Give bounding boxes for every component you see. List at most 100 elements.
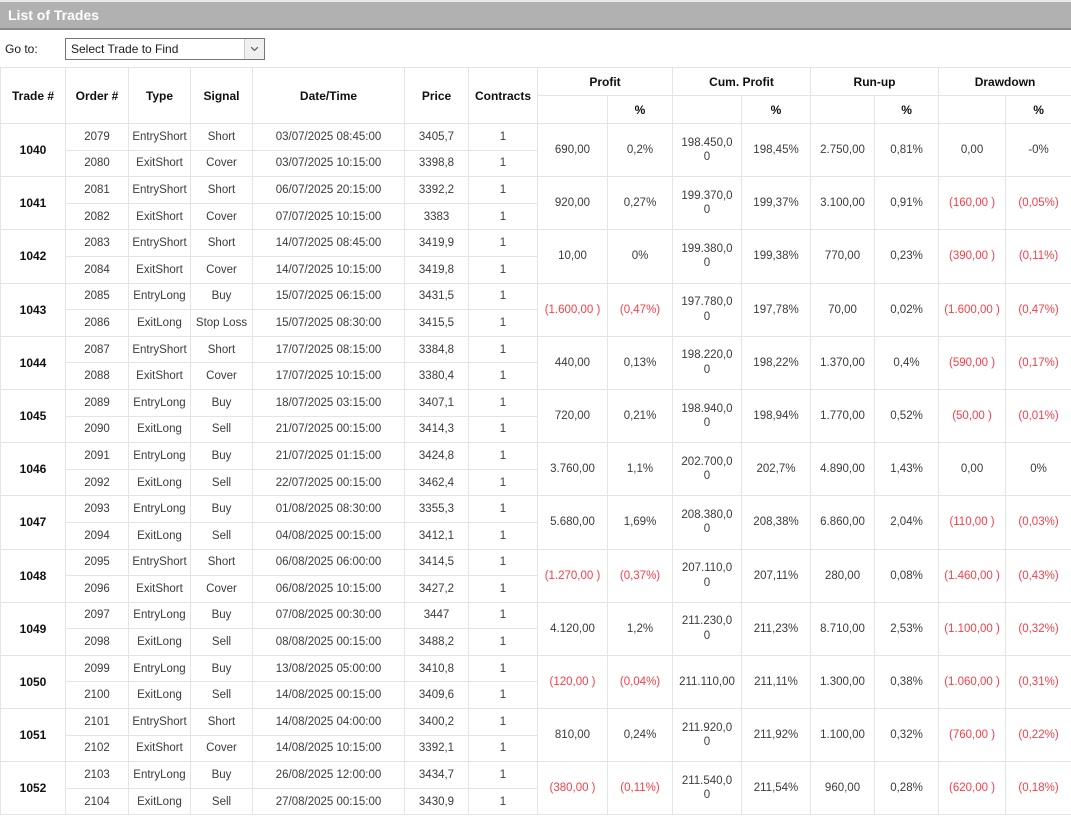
col-header-drawdown-pct[interactable]: %: [1006, 96, 1071, 124]
profit-pct-cell: 0,27%: [608, 177, 673, 230]
datetime-cell: 01/08/2025 08:30:00: [253, 496, 405, 523]
goto-toolbar: Go to: Select Trade to Find: [0, 30, 1071, 67]
profit-pct-cell: (0,11%): [608, 762, 673, 815]
signal-cell: Short: [191, 709, 253, 736]
trade-row[interactable]: 10512101EntryShortShort14/08/2025 04:00:…: [1, 709, 1071, 736]
order-cell: 2102: [66, 735, 129, 762]
order-cell: 2086: [66, 310, 129, 337]
drawdown-pct-cell: (0,43%): [1006, 549, 1071, 602]
price-cell: 3434,7: [405, 762, 469, 789]
signal-cell: Buy: [191, 602, 253, 629]
runup-pct-cell: 0,32%: [875, 709, 939, 762]
cum-profit-cell: 211.920,00: [673, 709, 742, 762]
col-header-price[interactable]: Price: [405, 68, 469, 124]
trade-row[interactable]: 10422083EntryShortShort14/07/2025 08:45:…: [1, 230, 1071, 257]
col-header-profit-pct[interactable]: %: [608, 96, 673, 124]
contracts-cell: 1: [469, 283, 538, 310]
profit-cell: (1.270,00 ): [538, 549, 608, 602]
trade-row[interactable]: 10402079EntryShortShort03/07/2025 08:45:…: [1, 124, 1071, 151]
runup-pct-cell: 0,08%: [875, 549, 939, 602]
drawdown-pct-cell: (0,18%): [1006, 762, 1071, 815]
type-cell: EntryLong: [129, 602, 191, 629]
cum-profit-pct-cell: 198,94%: [742, 389, 811, 442]
contracts-cell: 1: [469, 230, 538, 257]
col-header-cum-profit[interactable]: Cum. Profit: [673, 68, 811, 96]
drawdown-cell: 0,00: [939, 124, 1006, 177]
col-header-profit[interactable]: Profit: [538, 68, 673, 96]
goto-label: Go to:: [5, 42, 65, 56]
col-header-type[interactable]: Type: [129, 68, 191, 124]
signal-cell: Cover: [191, 203, 253, 230]
contracts-cell: 1: [469, 629, 538, 656]
col-header-cum-profit-pct[interactable]: %: [742, 96, 811, 124]
signal-cell: Buy: [191, 655, 253, 682]
runup-pct-cell: 0,38%: [875, 655, 939, 708]
runup-cell: 1.100,00: [811, 709, 875, 762]
runup-cell: 280,00: [811, 549, 875, 602]
type-cell: EntryShort: [129, 709, 191, 736]
col-header-drawdown[interactable]: Drawdown: [939, 68, 1071, 96]
signal-cell: Buy: [191, 283, 253, 310]
col-header-runup[interactable]: Run-up: [811, 68, 939, 96]
price-cell: 3412,1: [405, 522, 469, 549]
runup-pct-cell: 0,4%: [875, 336, 939, 389]
price-cell: 3355,3: [405, 496, 469, 523]
type-cell: EntryShort: [129, 549, 191, 576]
trade-row[interactable]: 10482095EntryShortShort06/08/2025 06:00:…: [1, 549, 1071, 576]
trade-row[interactable]: 10412081EntryShortShort06/07/2025 20:15:…: [1, 177, 1071, 204]
profit-cell: (380,00 ): [538, 762, 608, 815]
signal-cell: Cover: [191, 576, 253, 603]
contracts-cell: 1: [469, 709, 538, 736]
signal-cell: Sell: [191, 416, 253, 443]
runup-cell: 4.890,00: [811, 443, 875, 496]
signal-cell: Cover: [191, 735, 253, 762]
trade-row[interactable]: 10442087EntryShortShort17/07/2025 08:15:…: [1, 336, 1071, 363]
drawdown-cell: (1.460,00 ): [939, 549, 1006, 602]
col-header-order[interactable]: Order #: [66, 68, 129, 124]
contracts-cell: 1: [469, 203, 538, 230]
window-titlebar: List of Trades: [0, 0, 1071, 30]
trade-row[interactable]: 10452089EntryLongBuy18/07/2025 03:15:003…: [1, 389, 1071, 416]
trade-row[interactable]: 10472093EntryLongBuy01/08/2025 08:30:003…: [1, 496, 1071, 523]
trade-select-dropdown[interactable]: Select Trade to Find: [65, 38, 265, 60]
order-cell: 2094: [66, 522, 129, 549]
order-cell: 2100: [66, 682, 129, 709]
col-header-datetime[interactable]: Date/Time: [253, 68, 405, 124]
drawdown-pct-cell: (0,17%): [1006, 336, 1071, 389]
trade-row[interactable]: 10432085EntryLongBuy15/07/2025 06:15:003…: [1, 283, 1071, 310]
col-header-contracts[interactable]: Contracts: [469, 68, 538, 124]
price-cell: 3398,8: [405, 150, 469, 177]
drawdown-pct-cell: 0%: [1006, 443, 1071, 496]
col-header-trade[interactable]: Trade #: [1, 68, 66, 124]
datetime-cell: 18/07/2025 03:15:00: [253, 389, 405, 416]
drawdown-cell: (390,00 ): [939, 230, 1006, 283]
order-cell: 2103: [66, 762, 129, 789]
trade-row[interactable]: 10502099EntryLongBuy13/08/2025 05:00:003…: [1, 655, 1071, 682]
profit-pct-cell: 0,13%: [608, 336, 673, 389]
col-header-runup-pct[interactable]: %: [875, 96, 939, 124]
trade-row[interactable]: 10522103EntryLongBuy26/08/2025 12:00:003…: [1, 762, 1071, 789]
col-header-signal[interactable]: Signal: [191, 68, 253, 124]
contracts-cell: 1: [469, 682, 538, 709]
contracts-cell: 1: [469, 310, 538, 337]
cum-profit-pct-cell: 211,23%: [742, 602, 811, 655]
datetime-cell: 14/07/2025 08:45:00: [253, 230, 405, 257]
type-cell: ExitLong: [129, 788, 191, 815]
dropdown-arrow-button[interactable]: [244, 39, 264, 59]
datetime-cell: 07/07/2025 10:15:00: [253, 203, 405, 230]
cum-profit-pct-cell: 198,45%: [742, 124, 811, 177]
type-cell: ExitShort: [129, 735, 191, 762]
contracts-cell: 1: [469, 416, 538, 443]
trade-number-cell: 1041: [1, 177, 66, 230]
type-cell: EntryLong: [129, 389, 191, 416]
signal-cell: Cover: [191, 363, 253, 390]
trade-row[interactable]: 10492097EntryLongBuy07/08/2025 00:30:003…: [1, 602, 1071, 629]
price-cell: 3427,2: [405, 576, 469, 603]
type-cell: ExitShort: [129, 256, 191, 283]
order-cell: 2095: [66, 549, 129, 576]
runup-cell: 1.300,00: [811, 655, 875, 708]
trade-row[interactable]: 10462091EntryLongBuy21/07/2025 01:15:003…: [1, 443, 1071, 470]
type-cell: ExitLong: [129, 682, 191, 709]
datetime-cell: 17/07/2025 08:15:00: [253, 336, 405, 363]
profit-cell: 810,00: [538, 709, 608, 762]
